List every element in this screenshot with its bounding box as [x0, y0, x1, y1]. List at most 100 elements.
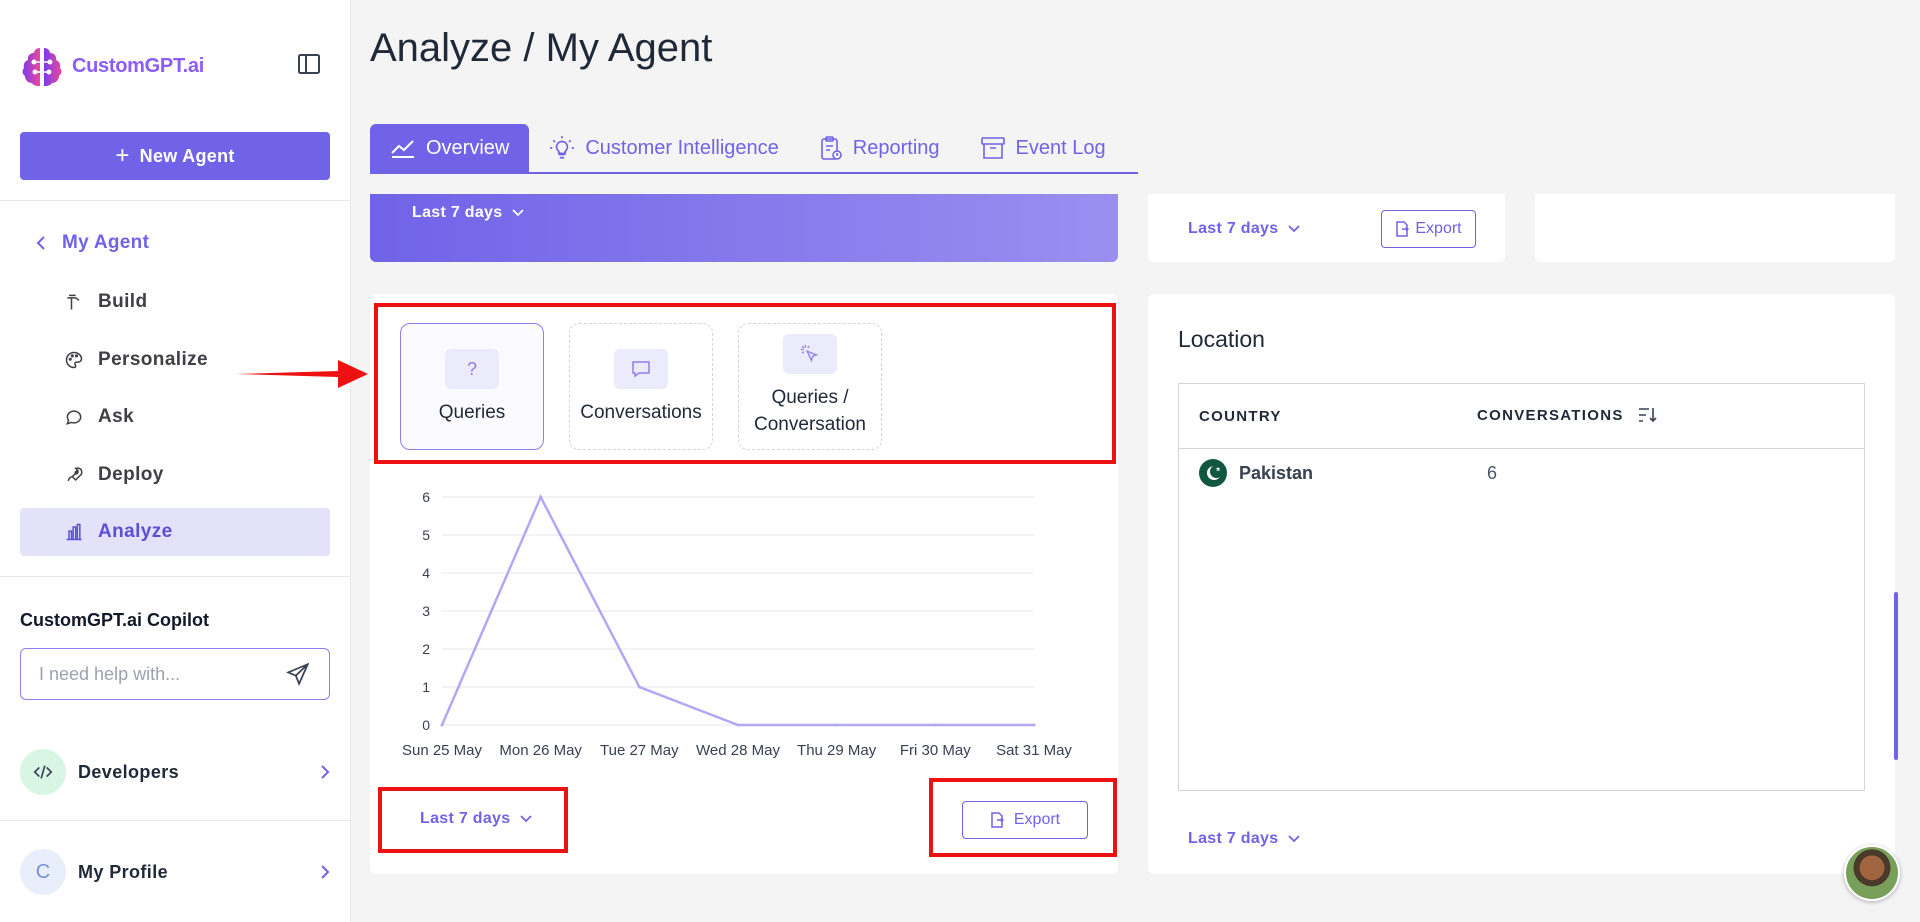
chevron-right-icon: [321, 865, 330, 879]
support-chat-avatar[interactable]: [1844, 845, 1900, 901]
summary-card-right: [1535, 194, 1895, 262]
conversation-count: 6: [1487, 462, 1498, 483]
location-date-range-dropdown[interactable]: Last 7 days: [1188, 830, 1301, 848]
tab-label: Customer Intelligence: [585, 136, 779, 159]
tab-reporting[interactable]: Reporting: [799, 124, 960, 172]
x-tick-label: Sun 25 May: [402, 742, 483, 759]
data-point: [440, 723, 444, 727]
line-chart-icon: [391, 140, 414, 158]
summary-card-purple: Last 7 days: [370, 194, 1118, 262]
chevron-left-icon: [36, 236, 45, 250]
sidebar-toggle-icon[interactable]: [297, 52, 321, 76]
tab-bar: Overview Customer Intelligence Reporting…: [370, 124, 1138, 174]
divider: [0, 200, 351, 201]
chevron-down-icon: [1288, 835, 1301, 843]
sidebar: CustomGPT.ai + New Agent My Agent Build …: [0, 0, 351, 922]
highlight-box-metrics: [374, 303, 1116, 464]
column-header-label: CONVERSATIONS: [1477, 406, 1624, 424]
y-tick-label: 6: [422, 489, 430, 505]
my-profile-link[interactable]: C My Profile: [20, 848, 330, 896]
developers-link[interactable]: Developers: [20, 748, 330, 796]
x-tick-label: Mon 26 May: [499, 742, 582, 759]
chat-bubble-icon: [66, 410, 82, 425]
sidebar-item-label: Ask: [98, 406, 135, 427]
data-point: [933, 723, 937, 727]
new-agent-label: New Agent: [139, 145, 235, 166]
back-label: My Agent: [62, 232, 150, 253]
annotation-arrow-icon: [236, 360, 368, 388]
column-header-country: COUNTRY: [1199, 408, 1282, 425]
column-header-conversations[interactable]: CONVERSATIONS: [1477, 406, 1658, 424]
rocket-icon: [67, 467, 83, 482]
brand-name: CustomGPT.ai: [72, 54, 204, 77]
copilot-input-box: [20, 648, 330, 700]
x-tick-label: Fri 30 May: [900, 742, 971, 759]
sidebar-item-ask[interactable]: Ask: [20, 393, 330, 441]
new-agent-button[interactable]: + New Agent: [20, 132, 330, 180]
highlight-box-export: [929, 778, 1117, 857]
data-point: [637, 685, 641, 689]
archive-icon: [980, 137, 1005, 159]
data-point: [835, 723, 839, 727]
chevron-right-icon: [321, 765, 330, 779]
location-table: COUNTRY CONVERSATIONS Pakistan 6: [1178, 383, 1865, 791]
export-button[interactable]: Export: [1381, 210, 1476, 248]
avatar: C: [20, 849, 66, 895]
tab-label: Overview: [426, 136, 510, 159]
back-to-agent-link[interactable]: My Agent: [36, 232, 149, 254]
scrollbar-thumb[interactable]: [1894, 592, 1898, 760]
clipboard-icon: [820, 136, 842, 160]
brand-logo[interactable]: CustomGPT.ai: [20, 44, 204, 88]
data-point: [539, 495, 543, 499]
tab-overview[interactable]: Overview: [370, 124, 530, 172]
export-label: Export: [1415, 220, 1462, 237]
date-range-dropdown[interactable]: Last 7 days: [412, 204, 525, 222]
queries-line-chart: 0 1 2 3 4 5 6 Sun 25 May Mon 26 May Tue 27 May Wed…: [402, 489, 1072, 759]
location-title: Location: [1178, 326, 1265, 352]
tab-label: Reporting: [852, 136, 940, 159]
x-tick-label: Wed 28 May: [696, 742, 780, 759]
divider: [0, 820, 351, 821]
file-export-icon: [1396, 221, 1410, 237]
date-range-label: Last 7 days: [1188, 220, 1279, 237]
copilot-title: CustomGPT.ai Copilot: [20, 610, 209, 630]
date-range-label: Last 7 days: [1188, 830, 1279, 847]
tab-label: Event Log: [1015, 136, 1106, 159]
y-tick-label: 4: [422, 565, 430, 581]
divider: [0, 576, 351, 577]
x-tick-label: Thu 29 May: [797, 742, 877, 759]
send-icon[interactable]: [285, 661, 311, 687]
sidebar-item-label: Analyze: [98, 521, 173, 542]
sidebar-item-build[interactable]: Build: [20, 278, 330, 326]
sidebar-item-label: Personalize: [98, 349, 209, 370]
palette-icon: [65, 351, 83, 369]
date-range-dropdown[interactable]: Last 7 days: [1188, 220, 1301, 238]
pakistan-flag-icon: [1199, 459, 1227, 487]
sort-icon: [1638, 408, 1657, 423]
y-tick-label: 1: [422, 679, 430, 695]
bar-chart-icon: [66, 523, 82, 541]
tab-customer-intelligence[interactable]: Customer Intelligence: [529, 124, 798, 172]
chevron-down-icon: [1288, 225, 1301, 233]
sidebar-item-deploy[interactable]: Deploy: [20, 451, 330, 499]
my-profile-label: My Profile: [78, 861, 169, 882]
y-tick-label: 3: [422, 603, 430, 619]
divider: [1179, 448, 1864, 449]
developers-label: Developers: [78, 761, 180, 782]
y-tick-label: 5: [422, 527, 430, 543]
plus-icon: +: [115, 142, 130, 169]
country-name: Pakistan: [1239, 462, 1314, 483]
brain-logo-icon: [22, 48, 62, 86]
sidebar-item-label: Deploy: [98, 464, 164, 485]
x-tick-label: Sat 31 May: [996, 742, 1072, 759]
sidebar-item-analyze[interactable]: Analyze: [20, 508, 330, 556]
copilot-input[interactable]: [39, 663, 285, 685]
sidebar-item-label: Build: [98, 291, 148, 312]
y-tick-label: 0: [422, 717, 430, 733]
date-range-label: Last 7 days: [412, 204, 503, 221]
code-icon: [20, 749, 66, 795]
hammer-icon: [67, 294, 80, 310]
highlight-box-date-range: [378, 787, 568, 853]
tab-event-log[interactable]: Event Log: [960, 124, 1126, 172]
chevron-down-icon: [512, 209, 525, 217]
